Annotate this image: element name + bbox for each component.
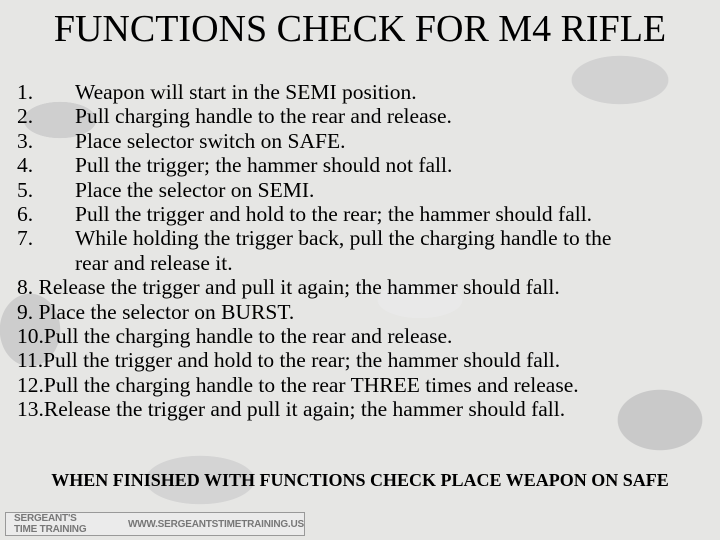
step-number: 9. xyxy=(17,299,34,324)
steps-list: 1. Weapon will start in the SEMI position… xyxy=(17,80,611,422)
list-item: 2. Pull charging handle to the rear and r… xyxy=(17,104,611,128)
list-item: 1. Weapon will start in the SEMI position… xyxy=(17,80,611,104)
step-text: Pull the trigger and hold to the rear; t… xyxy=(43,348,561,373)
list-item: 12. Pull the charging handle to the rear … xyxy=(17,373,611,397)
list-item: 13. Release the trigger and pull it again… xyxy=(17,397,611,421)
step-number: 3. xyxy=(17,128,34,153)
safety-notice: WHEN FINISHED WITH FUNCTIONS CHECK PLACE… xyxy=(51,470,669,490)
list-item: 7. While holding the trigger back, pull t… xyxy=(17,226,611,250)
step-number: 2. xyxy=(17,104,34,129)
step-number: 12. xyxy=(17,372,44,397)
list-item: 3. Place selector switch on SAFE. xyxy=(17,129,611,153)
list-item: 4. Pull the trigger; the hammer should no… xyxy=(17,153,611,177)
step-number: 5. xyxy=(17,177,34,202)
step-number: 10. xyxy=(17,324,44,349)
banner-title: SERGEANT'S TIME TRAINING xyxy=(14,513,87,535)
slide-title: FUNCTIONS CHECK FOR M4 RIFLE xyxy=(53,8,667,50)
step-text: Pull charging handle to the rear and rel… xyxy=(75,104,452,129)
step-text: Place the selector on SEMI. xyxy=(75,177,315,202)
step-number: 7. xyxy=(17,226,34,251)
step-text: rear and release it. xyxy=(75,250,233,275)
step-number: 4. xyxy=(17,153,34,178)
step-number: 1. xyxy=(17,80,34,104)
step-number: 6. xyxy=(17,202,34,227)
list-item: 9. Place the selector on BURST. xyxy=(17,300,611,324)
step-text: Release the trigger and pull it again; t… xyxy=(43,397,566,422)
step-text: Weapon will start in the SEMI position. xyxy=(75,80,417,104)
step-number: 13. xyxy=(17,397,44,422)
step-number: 8. xyxy=(17,275,34,300)
footer-banner: SERGEANT'S TIME TRAINING WWW.SERGEANTSTI… xyxy=(5,512,305,536)
list-item: 8. Release the trigger and pull it again… xyxy=(17,275,611,299)
list-item-continuation: rear and release it. xyxy=(17,251,611,275)
list-item: 6. Pull the trigger and hold to the rear;… xyxy=(17,202,611,226)
step-text: Place the selector on BURST. xyxy=(38,299,295,324)
step-text: While holding the trigger back, pull the… xyxy=(75,226,612,251)
list-item: 11. Pull the trigger and hold to the rear… xyxy=(17,348,611,372)
step-text: Pull the charging handle to the rear and… xyxy=(43,324,453,349)
step-text: Pull the charging handle to the rear THR… xyxy=(43,372,579,397)
step-text: Pull the trigger and hold to the rear; t… xyxy=(75,202,593,227)
step-number: 11. xyxy=(17,348,44,373)
banner-url: WWW.SERGEANTSTIMETRAINING.US xyxy=(127,518,304,530)
step-text: Place selector switch on SAFE. xyxy=(75,128,346,153)
step-text: Release the trigger and pull it again; t… xyxy=(38,275,560,300)
step-text: Pull the trigger; the hammer should not … xyxy=(75,153,453,178)
list-item: 10. Pull the charging handle to the rear … xyxy=(17,324,611,348)
list-item: 5. Place the selector on SEMI. xyxy=(17,178,611,202)
